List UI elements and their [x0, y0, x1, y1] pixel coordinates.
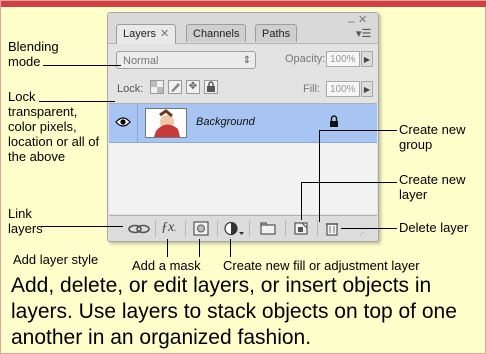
tab-layers[interactable]: Layers ✕ [116, 24, 177, 44]
footer-divider [217, 220, 218, 237]
fill-arrow-icon[interactable]: ▶ [361, 81, 373, 97]
top-accent-strip [1, 1, 486, 7]
opacity-label: Opacity: [285, 53, 326, 65]
layer-thumbnail [145, 108, 187, 138]
footer-divider [317, 220, 318, 237]
lock-position-icon[interactable]: ✥ [186, 80, 200, 94]
layers-list: Background [109, 103, 377, 214]
layer-row[interactable]: Background [109, 104, 377, 143]
tab-paths-label: Paths [262, 28, 291, 40]
link-icon[interactable] [127, 220, 151, 237]
panel-titlebar: Layers ✕ Channels Paths – ✕ ▾☰ [108, 13, 378, 44]
footer-divider [185, 220, 186, 237]
label-add-mask: Add a mask [132, 258, 201, 273]
lock-icon [330, 115, 338, 127]
leader-line [301, 182, 302, 220]
panel-menu-icon[interactable]: ▾☰ [356, 27, 371, 40]
resize-grip-icon[interactable]: ⋰ [359, 228, 367, 237]
caption-text: Add, delete, or edit layers, or insert o… [11, 274, 457, 349]
trash-icon[interactable] [325, 220, 339, 237]
blend-mode-value: Normal [123, 55, 159, 67]
label-create-layer: Create new layer [399, 172, 466, 202]
tab-layers-label: Layers [123, 28, 157, 40]
leader-line [301, 182, 397, 183]
footer-divider [249, 220, 250, 237]
leader-line [230, 239, 231, 257]
adjustment-layer-icon[interactable] [223, 220, 245, 237]
close-icon[interactable]: ✕ [160, 28, 169, 40]
leader-line [167, 239, 168, 257]
label-create-group: Create new group [399, 122, 466, 152]
leader-line [39, 101, 115, 102]
label-delete-layer: Delete layer [399, 220, 469, 235]
folder-icon[interactable] [259, 220, 277, 237]
leader-line [319, 130, 320, 222]
panel-footer: ƒx. ⋰ [109, 215, 377, 241]
label-new-fill: Create new fill or adjustment layer [223, 258, 420, 273]
footer-divider [155, 220, 156, 237]
visibility-toggle[interactable] [109, 104, 138, 142]
fill-label: Fill: [303, 83, 321, 95]
tab-channels-label: Channels [193, 28, 240, 40]
leader-line [43, 65, 121, 66]
leader-line [341, 228, 397, 229]
mask-icon[interactable] [193, 220, 209, 237]
new-layer-icon[interactable] [293, 220, 309, 237]
tab-channels[interactable]: Channels [186, 24, 247, 42]
layer-name: Background [196, 116, 255, 128]
layers-panel: Layers ✕ Channels Paths – ✕ ▾☰ Normal ⇕ O… [107, 12, 379, 242]
lock-pixels-icon[interactable] [168, 80, 182, 94]
lock-label: Lock: [117, 83, 144, 95]
layer-style-icon[interactable]: ƒx. [161, 220, 176, 237]
slide-background: Layers ✕ Channels Paths – ✕ ▾☰ Normal ⇕ O… [0, 0, 486, 354]
leader-line [199, 239, 200, 257]
panel-close-icon[interactable]: ✕ [358, 13, 367, 26]
label-add-layer-style: Add layer style [13, 252, 99, 267]
minimize-icon[interactable]: – [348, 14, 355, 28]
lock-transparent-icon[interactable] [150, 80, 164, 94]
opacity-arrow-icon[interactable]: ▶ [361, 51, 373, 67]
footer-divider [285, 220, 286, 237]
label-link-layers: Link layers [8, 206, 43, 236]
eye-icon [115, 117, 131, 127]
leader-line [41, 226, 123, 227]
blend-mode-select[interactable]: Normal ⇕ [116, 51, 256, 69]
fill-input[interactable]: 100% [326, 81, 360, 97]
tab-paths[interactable]: Paths [255, 24, 298, 42]
select-arrows-icon: ⇕ [242, 55, 251, 66]
opacity-input[interactable]: 100% [326, 51, 360, 67]
lock-all-icon[interactable] [204, 80, 218, 94]
leader-line [319, 130, 397, 131]
